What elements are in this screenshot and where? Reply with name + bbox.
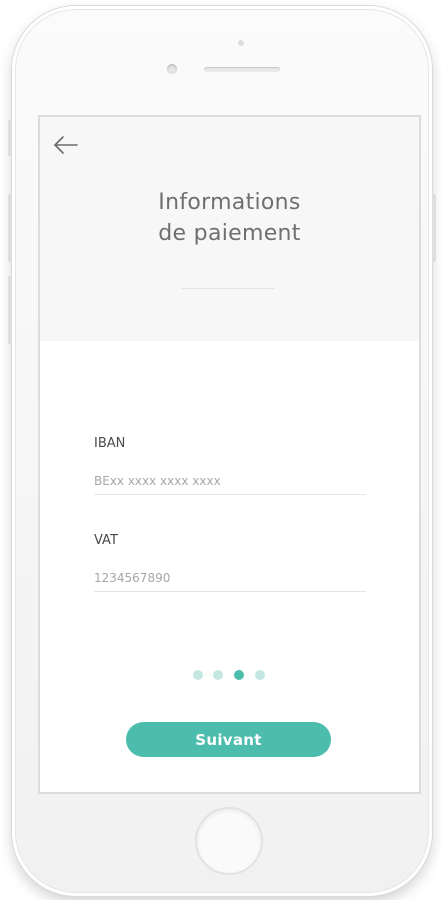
step-dot: [193, 670, 203, 680]
phone-camera: [167, 64, 177, 74]
phone-side-button: [8, 120, 12, 156]
next-button[interactable]: Suivant: [126, 722, 331, 757]
iban-input[interactable]: [94, 468, 366, 495]
page-title: Informations de paiement: [40, 187, 419, 249]
iban-label: IBAN: [94, 436, 126, 451]
title-divider: [182, 288, 274, 289]
step-dot-active: [234, 670, 244, 680]
step-dot: [213, 670, 223, 680]
page-header: Informations de paiement: [40, 117, 419, 341]
phone-power-button: [432, 194, 436, 262]
arrow-left-icon[interactable]: [52, 135, 80, 155]
vat-input[interactable]: [94, 565, 366, 592]
phone-home-button[interactable]: [195, 807, 263, 875]
phone-volume-up: [8, 194, 12, 262]
page-title-line1: Informations: [158, 190, 301, 215]
phone-sensor: [238, 40, 244, 46]
app-screen: Informations de paiement IBAN VAT Suivan…: [38, 115, 421, 794]
phone-volume-down: [8, 276, 12, 344]
phone-speaker: [204, 67, 280, 72]
vat-label: VAT: [94, 533, 118, 548]
step-dot: [255, 670, 265, 680]
page-title-line2: de paiement: [158, 221, 301, 246]
